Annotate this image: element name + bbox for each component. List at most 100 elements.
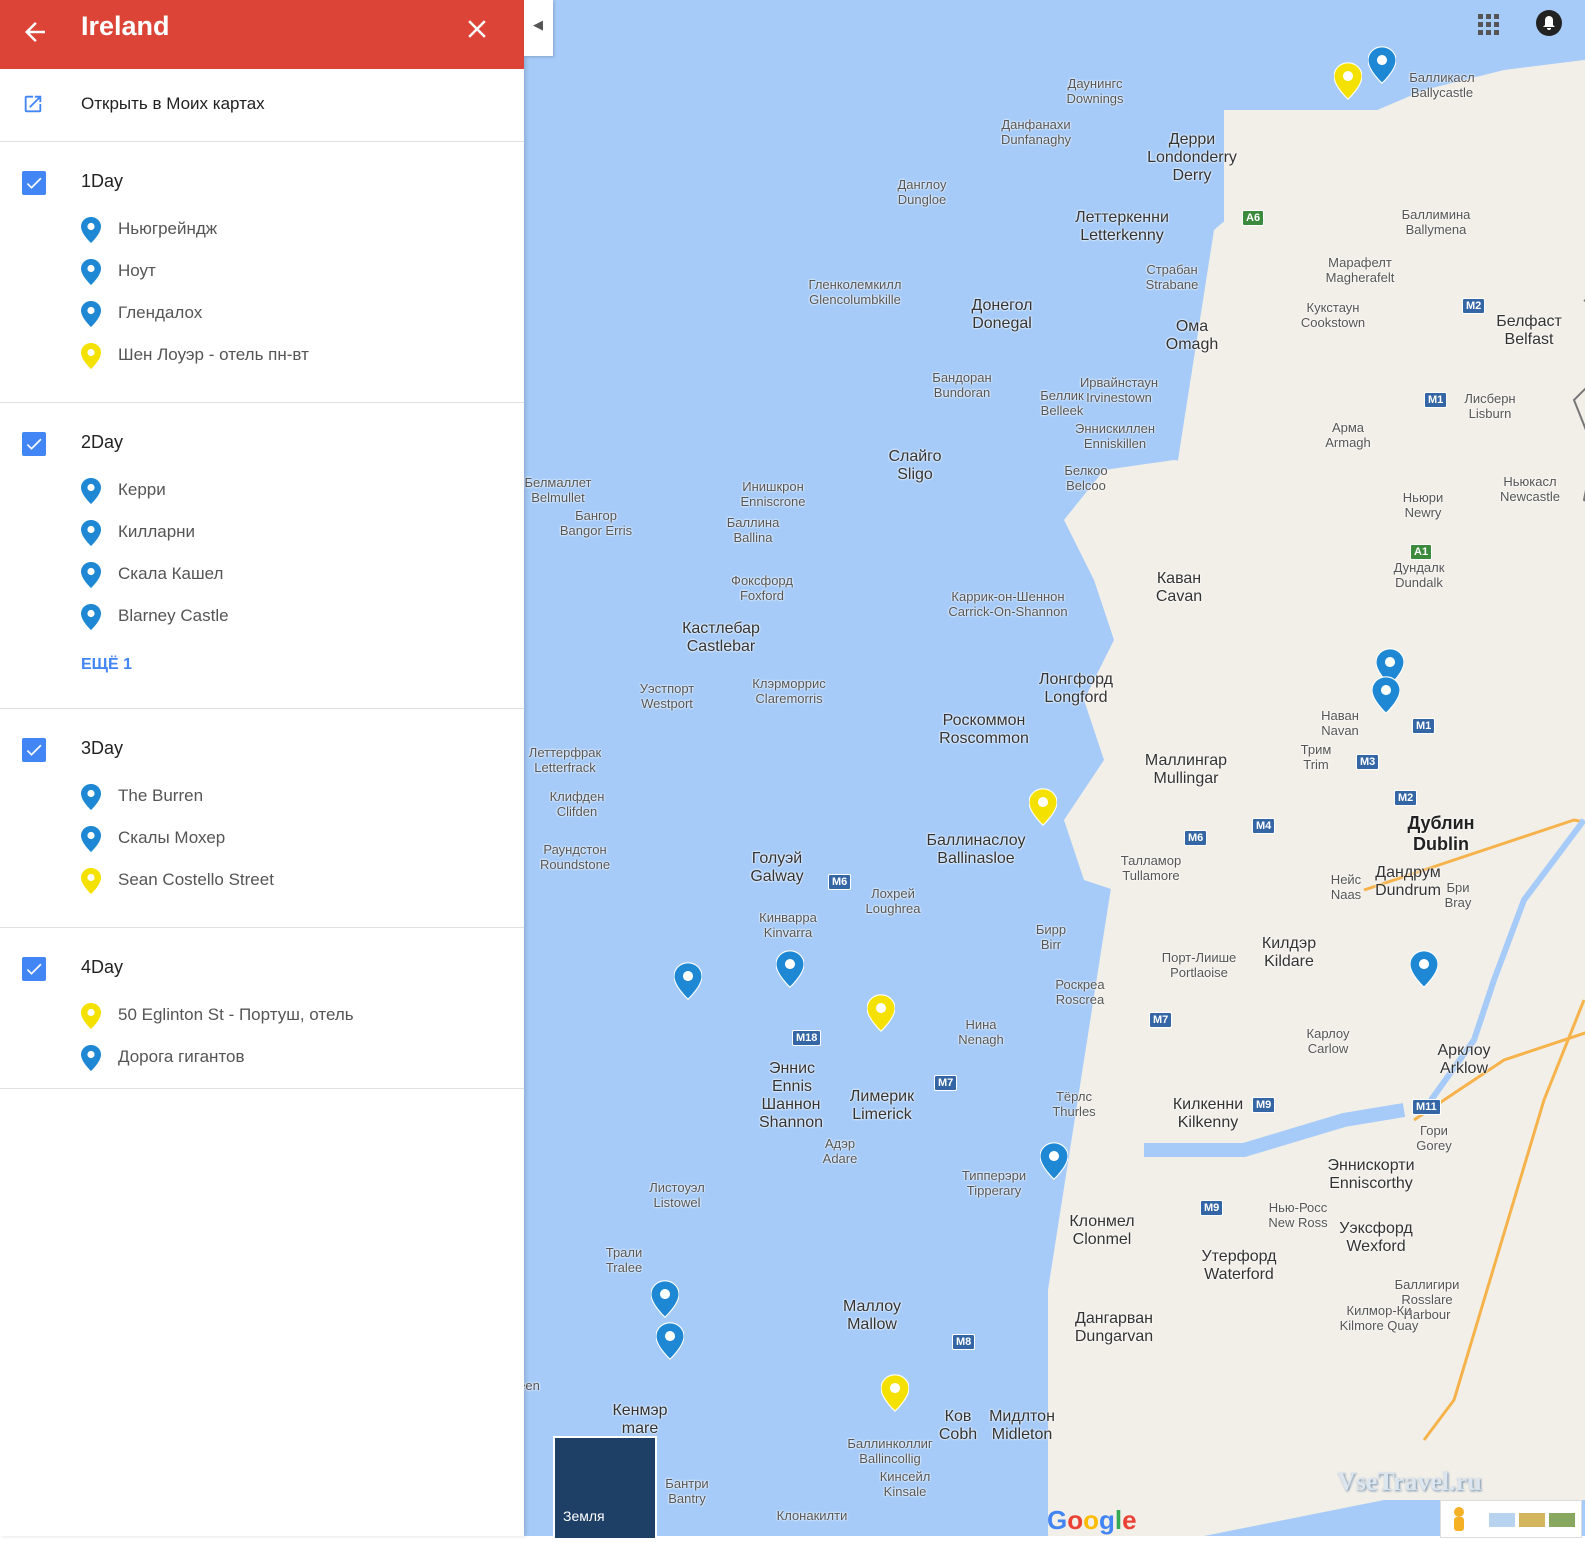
place-pin-icon bbox=[81, 259, 101, 285]
checkmark-icon bbox=[26, 438, 42, 450]
map-marker-icon[interactable] bbox=[673, 962, 703, 1000]
city-label: Баллина Ballina bbox=[726, 515, 780, 545]
city-label: Килкенни Kilkenny bbox=[1172, 1096, 1244, 1131]
map-marker-icon[interactable] bbox=[650, 1280, 680, 1318]
layer-checkbox[interactable] bbox=[22, 957, 46, 981]
place-pin-icon bbox=[81, 1003, 101, 1029]
city-label: Адэр Adare bbox=[822, 1136, 858, 1166]
place-pin-icon bbox=[81, 217, 101, 243]
place-pin-icon bbox=[81, 826, 101, 852]
city-label: Тёрлс Thurles bbox=[1052, 1089, 1096, 1119]
city-label: Лимерик Limerick bbox=[849, 1088, 915, 1123]
open-external-icon bbox=[24, 95, 42, 113]
road-shield: M7 bbox=[1149, 1012, 1173, 1028]
notifications-icon[interactable] bbox=[1536, 10, 1562, 36]
place-pin-icon bbox=[81, 868, 101, 894]
apps-grid-icon[interactable] bbox=[1478, 14, 1500, 36]
place-name: Ньюгрейндж bbox=[118, 219, 218, 238]
city-label: Наван Navan bbox=[1321, 708, 1359, 738]
street-view-controls[interactable] bbox=[1440, 1500, 1582, 1538]
road-shield: M7 bbox=[934, 1075, 958, 1091]
city-label: Кенмэр mare bbox=[612, 1402, 668, 1437]
city-label: Ков Cobh bbox=[938, 1408, 978, 1443]
city-label: Белфаст Belfast bbox=[1496, 313, 1562, 348]
city-label: Арма Armagh bbox=[1325, 420, 1371, 450]
place-name: The Burren bbox=[118, 786, 204, 805]
layer-checkbox[interactable] bbox=[22, 171, 46, 195]
city-label: Баллимина Ballymena bbox=[1401, 207, 1471, 237]
map-marker-icon[interactable] bbox=[655, 1322, 685, 1360]
watermark: VseTravel.ru bbox=[1337, 1467, 1482, 1496]
map-marker-icon[interactable] bbox=[866, 994, 896, 1032]
city-label: Гори Gorey bbox=[1416, 1123, 1452, 1153]
city-label: Трим Trim bbox=[1300, 742, 1332, 772]
city-label: Кинварра Kinvarra bbox=[759, 910, 817, 940]
city-label: een bbox=[524, 1378, 540, 1393]
checkmark-icon bbox=[26, 177, 42, 189]
road-shield: M9 bbox=[1252, 1097, 1276, 1113]
map-marker-icon[interactable] bbox=[880, 1374, 910, 1412]
city-label: Дангарван Dungarvan bbox=[1074, 1310, 1154, 1345]
city-label: Дандрум Dundrum bbox=[1375, 864, 1441, 899]
city-label: Даунингс Downings bbox=[1066, 76, 1124, 106]
map-marker-icon[interactable] bbox=[1333, 62, 1363, 100]
city-label: Порт-Лиише Portlaoise bbox=[1161, 950, 1237, 980]
place-name: Sean Costello Street bbox=[118, 870, 274, 889]
city-label: Клифден Clifden bbox=[549, 789, 605, 819]
chevron-left-icon: ◀ bbox=[533, 17, 543, 32]
back-arrow-icon[interactable] bbox=[20, 17, 50, 47]
collapse-panel-button[interactable]: ◀ bbox=[524, 0, 553, 56]
show-more-link[interactable]: ЕЩЁ 1 bbox=[81, 656, 132, 674]
earth-label: Земля bbox=[563, 1508, 605, 1524]
city-label: Белмаллет Belmullet bbox=[524, 475, 592, 505]
place-name: Дорога гигантов bbox=[118, 1047, 245, 1066]
city-label: Фоксфорд Foxford bbox=[731, 573, 793, 603]
close-icon[interactable] bbox=[462, 14, 492, 44]
place-name: Глендалох bbox=[118, 303, 203, 322]
city-label: Гленколемкилл Glencolumbkille bbox=[808, 277, 902, 307]
road-shield: M9 bbox=[1200, 1200, 1224, 1216]
place-name: Скала Кашел bbox=[118, 564, 224, 583]
city-label: Карлоу Carlow bbox=[1306, 1026, 1350, 1056]
earth-view-toggle[interactable]: Земля bbox=[553, 1436, 657, 1540]
city-label: Шаннон Shannon bbox=[758, 1096, 824, 1131]
map-marker-icon[interactable] bbox=[1039, 1142, 1069, 1180]
open-in-my-maps[interactable]: Открыть в Моих картах bbox=[0, 69, 524, 142]
layer-name[interactable]: 2Day bbox=[81, 432, 123, 453]
layer-name[interactable]: 4Day bbox=[81, 957, 123, 978]
map-title: Ireland bbox=[81, 11, 170, 41]
city-label: Эннискиллен Enniskillen bbox=[1075, 421, 1155, 451]
map-marker-icon[interactable] bbox=[1367, 46, 1397, 84]
city-label: Маллоу Mallow bbox=[843, 1298, 901, 1333]
city-label: Килдэр Kildare bbox=[1261, 935, 1317, 970]
city-label: Клэрморрис Claremorris bbox=[752, 676, 826, 706]
city-label: Ирвайнстаун Irvinestown bbox=[1079, 375, 1159, 405]
layers-list: 1Day Ньюгрейндж Ноут Глендалох Шен Лоуэр - о… bbox=[0, 142, 524, 1089]
open-in-my-maps-label: Открыть в Моих картах bbox=[81, 94, 265, 113]
map-marker-icon[interactable] bbox=[1028, 788, 1058, 826]
map-marker-icon[interactable] bbox=[1371, 676, 1401, 714]
map-marker-icon[interactable] bbox=[1409, 950, 1439, 988]
map-canvas[interactable]: Даунингс Downings Данфанахи Dunfanaghy Дер… bbox=[524, 0, 1585, 1536]
layer-checkbox[interactable] bbox=[22, 738, 46, 762]
city-label: Уэксфорд Wexford bbox=[1339, 1220, 1413, 1255]
city-label: Каррик-он-Шеннон Carrick-On-Shannon bbox=[948, 589, 1068, 619]
layer-name[interactable]: 1Day bbox=[81, 171, 123, 192]
city-label: Нина Nenagh bbox=[958, 1017, 1004, 1047]
city-label: Ома Omagh bbox=[1165, 318, 1219, 353]
city-label: Бангор Bangor Erris bbox=[559, 508, 633, 538]
city-label: Баллинколлиг Ballincollig bbox=[847, 1436, 933, 1466]
layer-checkbox[interactable] bbox=[22, 432, 46, 456]
city-label: Дублин Dublin bbox=[1407, 813, 1475, 854]
map-marker-icon[interactable] bbox=[775, 950, 805, 988]
place-pin-icon bbox=[81, 1045, 101, 1071]
city-label: Бантри Bantry bbox=[665, 1476, 709, 1506]
place-pin-icon bbox=[81, 604, 101, 630]
layer-name[interactable]: 3Day bbox=[81, 738, 123, 759]
city-label: Ньюкасл Newcastle bbox=[1500, 474, 1560, 504]
city-label: Кастлебар Castlebar bbox=[682, 620, 760, 655]
road-shield: M6 bbox=[1184, 830, 1208, 846]
layer-3day: 3Day The Burren Скалы Мохер Sean Costello S… bbox=[0, 709, 524, 928]
panel-header: Ireland bbox=[0, 0, 524, 69]
city-label: Типперэри Tipperary bbox=[961, 1168, 1027, 1198]
